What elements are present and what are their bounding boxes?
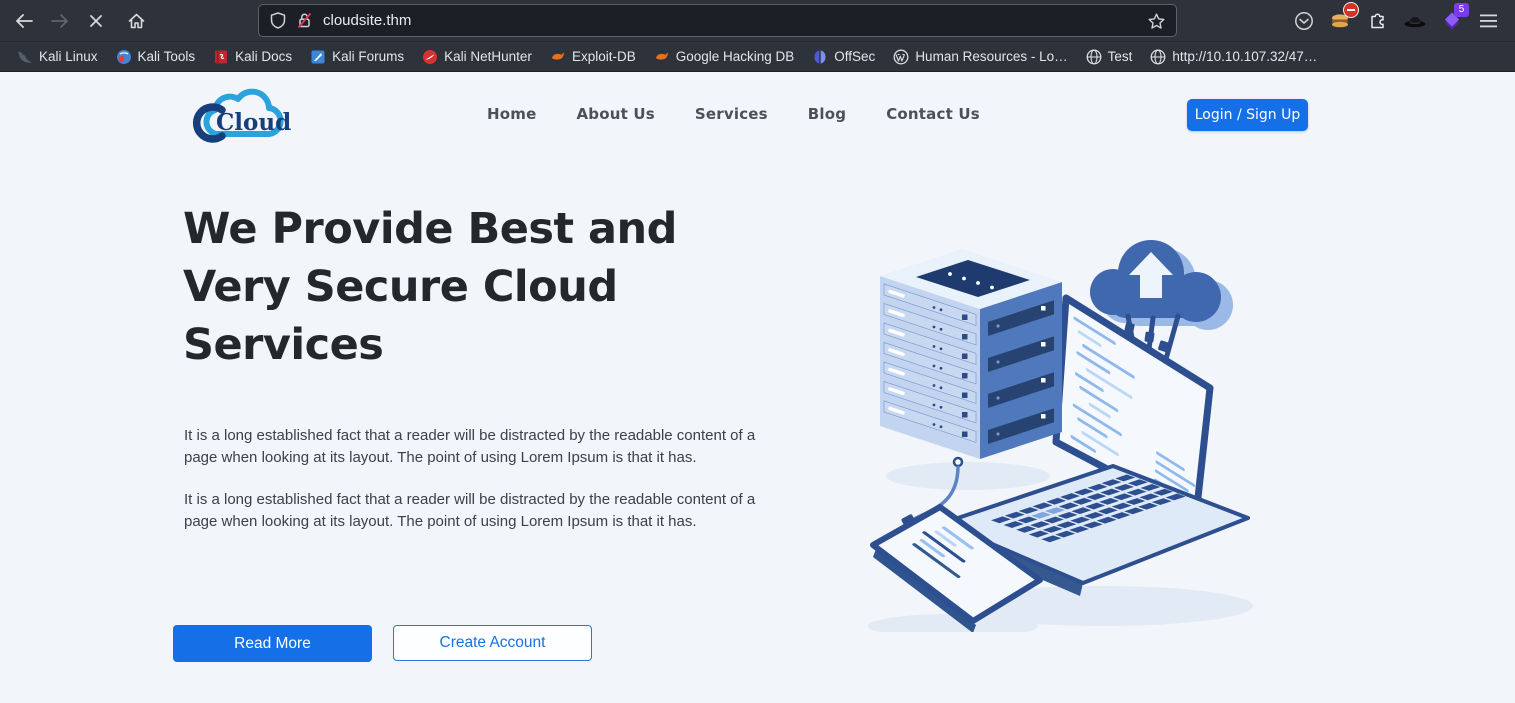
cta-row: Read More Create Account (173, 625, 592, 662)
bookmark-kali-nethunter[interactable]: Kali NetHunter (413, 46, 541, 68)
hero-paragraph-2: It is a long established fact that a rea… (184, 489, 759, 532)
bookmark-kali-forums[interactable]: Kali Forums (301, 46, 413, 68)
nav-services[interactable]: Services (695, 105, 768, 123)
fedora-hat-icon (1403, 11, 1427, 31)
stop-button[interactable] (80, 6, 112, 36)
globe-icon (1086, 49, 1102, 65)
app-menu-button[interactable] (1472, 5, 1505, 37)
extension-count-badge: 5 (1454, 3, 1469, 17)
globe-icon (1150, 49, 1166, 65)
bookmark-exploit-db[interactable]: Exploit-DB (541, 46, 645, 68)
insecure-lock-icon (296, 12, 313, 29)
offsec-icon (812, 49, 828, 65)
forward-button[interactable] (44, 6, 76, 36)
bookmark-human-resources[interactable]: Human Resources - Lo… (884, 46, 1076, 68)
nav-about-us[interactable]: About Us (576, 105, 654, 123)
nav-blog[interactable]: Blog (808, 105, 846, 123)
nav-home[interactable]: Home (487, 105, 536, 123)
hero-copy: It is a long established fact that a rea… (184, 425, 759, 553)
proxy-extension-button[interactable] (1324, 5, 1357, 37)
web-page: Cloud Home About Us Services Blog Contac… (0, 72, 1515, 703)
read-more-button[interactable]: Read More (173, 625, 372, 662)
exploit-db-icon (550, 49, 566, 65)
bookmark-test[interactable]: Test (1077, 46, 1142, 68)
bookmark-kali-docs[interactable]: Kali Docs (204, 46, 301, 68)
blocked-badge (1343, 2, 1359, 18)
google-hacking-db-icon (654, 49, 670, 65)
address-bar[interactable]: cloudsite.thm (258, 4, 1177, 37)
wordpress-icon (893, 49, 909, 65)
bookmark-kali-tools[interactable]: Kali Tools (107, 46, 205, 68)
kali-dragon-icon (17, 49, 33, 65)
logo-wordmark: Cloud (216, 109, 291, 136)
main-nav: Home About Us Services Blog Contact Us (487, 105, 980, 123)
kali-tools-icon (116, 49, 132, 65)
tower-shadow (886, 462, 1050, 490)
wappalyzer-extension-button[interactable]: 5 (1435, 5, 1468, 37)
home-icon (128, 13, 145, 29)
kali-docs-icon (213, 49, 229, 65)
kali-forums-icon (310, 49, 326, 65)
bookmark-star-icon[interactable] (1148, 13, 1165, 29)
login-signup-button[interactable]: Login / Sign Up (1187, 99, 1308, 131)
browser-chrome: cloudsite.thm (0, 0, 1515, 72)
pocket-button[interactable] (1287, 5, 1320, 37)
url-text[interactable]: cloudsite.thm (323, 12, 411, 29)
bookmark-google-hacking-db[interactable]: Google Hacking DB (645, 46, 804, 68)
puzzle-piece-icon (1368, 11, 1388, 31)
hero-illustration (858, 218, 1260, 632)
home-button[interactable] (120, 6, 152, 36)
forward-arrow-icon (51, 14, 69, 28)
cloud-logo[interactable]: Cloud (186, 84, 294, 150)
nav-contact-us[interactable]: Contact Us (886, 105, 980, 123)
back-arrow-icon (15, 14, 33, 28)
tracking-shield-icon (270, 12, 286, 29)
create-account-button[interactable]: Create Account (393, 625, 592, 661)
bookmark-ip-url[interactable]: http://10.10.107.32/47… (1141, 46, 1326, 68)
toolbar-extension-area: 5 (1283, 5, 1505, 37)
back-button[interactable] (8, 6, 40, 36)
bookmark-offsec[interactable]: OffSec (803, 46, 884, 68)
bookmark-kali-linux[interactable]: Kali Linux (8, 46, 107, 68)
hacktools-extension-button[interactable] (1398, 5, 1431, 37)
hero-title: We Provide Best and Very Secure Cloud Se… (183, 200, 713, 374)
bookmarks-toolbar: Kali Linux Kali Tools Kali Docs Kali For… (0, 41, 1515, 72)
stop-x-icon (89, 14, 103, 28)
kali-nethunter-icon (422, 49, 438, 65)
navigation-toolbar: cloudsite.thm (0, 0, 1515, 41)
cable-port (954, 458, 962, 466)
hero-paragraph-1: It is a long established fact that a rea… (184, 425, 759, 468)
server-tower (880, 249, 1062, 466)
hamburger-menu-icon (1480, 14, 1497, 28)
extensions-button[interactable] (1361, 5, 1394, 37)
pocket-icon (1294, 11, 1314, 31)
